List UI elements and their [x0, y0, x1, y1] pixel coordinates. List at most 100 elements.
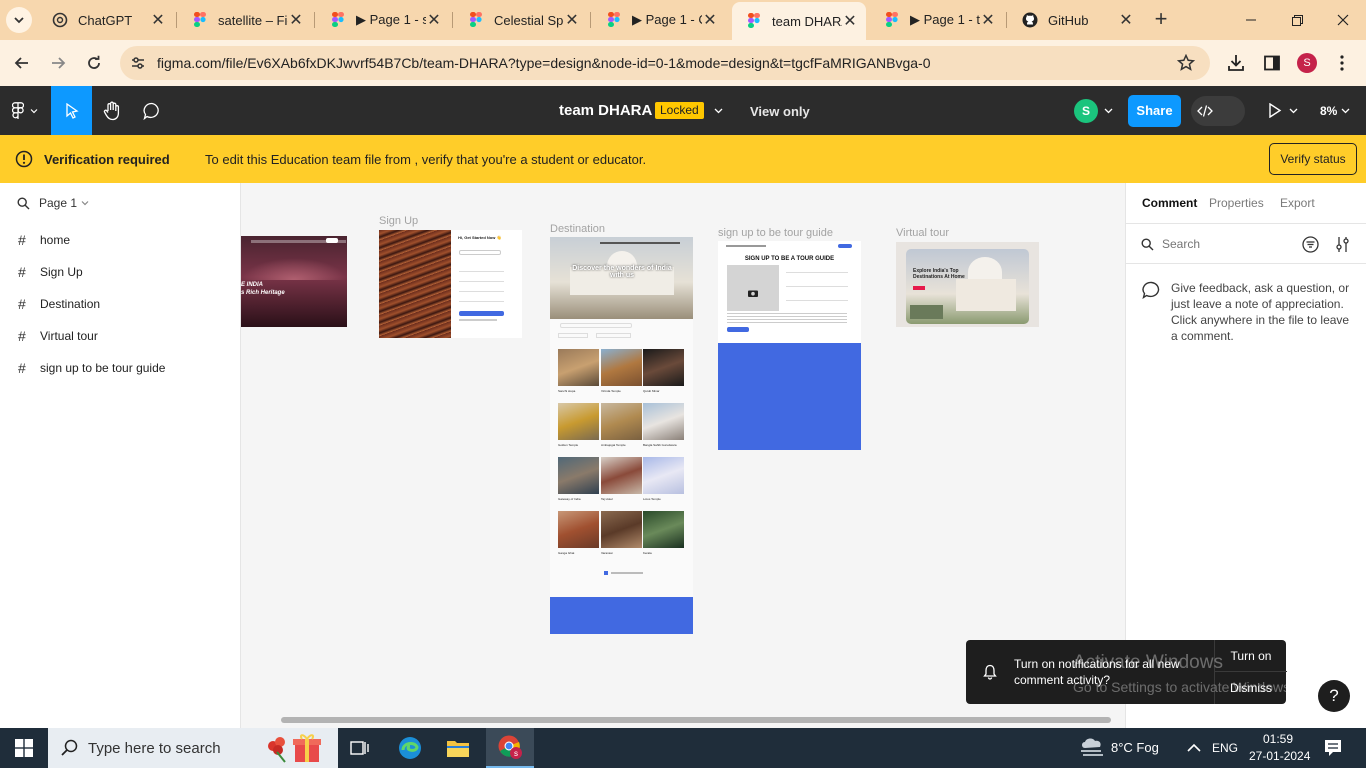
frame-virtual-tour[interactable]: Explore India's Top Destinations At Home: [896, 242, 1039, 327]
comment-tool[interactable]: [132, 86, 172, 135]
notification-center-icon[interactable]: [1324, 739, 1342, 757]
comment-icon: [143, 102, 161, 120]
tab-separator: [1006, 12, 1007, 28]
tab-search-button[interactable]: [6, 7, 32, 33]
frame-destination[interactable]: Discover the wonders of India with us Sa…: [550, 237, 693, 634]
dev-mode-toggle[interactable]: [1191, 96, 1245, 126]
frame-label[interactable]: Sign Up: [379, 215, 418, 227]
close-icon[interactable]: ✕: [842, 13, 858, 30]
browser-tab[interactable]: GitHub ✕: [1008, 4, 1142, 36]
download-icon[interactable]: [1227, 54, 1245, 72]
search-icon[interactable]: [17, 196, 30, 210]
settings-sliders-icon[interactable]: [1335, 236, 1350, 253]
canvas-scrollbar[interactable]: [281, 717, 1111, 723]
layer-item-destination[interactable]: # Destination: [18, 294, 100, 314]
tab-title: GitHub: [1048, 12, 1089, 28]
reload-button[interactable]: [81, 50, 107, 76]
start-button[interactable]: [0, 728, 48, 768]
clock-date[interactable]: 27-01-2024: [1249, 749, 1310, 763]
main-menu-button[interactable]: [0, 86, 50, 135]
task-view-button[interactable]: [336, 728, 384, 768]
chevron-down-icon[interactable]: [1341, 107, 1350, 115]
frame-input: [459, 288, 504, 292]
url-text[interactable]: figma.com/file/Ev6XAb6fxDKJwvrf54B7Cb/te…: [157, 55, 930, 71]
layer-item-tour-guide[interactable]: # sign up to be tour guide: [18, 358, 165, 378]
frame-label[interactable]: Destination: [550, 223, 605, 235]
filter-list-icon[interactable]: [1302, 236, 1319, 253]
user-avatar[interactable]: S: [1074, 99, 1098, 123]
tab-comment[interactable]: Comment: [1142, 196, 1197, 210]
verify-status-button[interactable]: Verify status: [1269, 143, 1357, 175]
hand-tool[interactable]: [92, 86, 132, 135]
layer-item-sign-up[interactable]: # Sign Up: [18, 262, 83, 282]
profile-avatar[interactable]: S: [1297, 53, 1317, 73]
browser-tab[interactable]: satellite – Fig ✕: [178, 4, 312, 36]
page-label[interactable]: Page 1: [39, 196, 77, 210]
layer-item-home[interactable]: # home: [18, 230, 70, 250]
zoom-level[interactable]: 8%: [1320, 104, 1337, 118]
browser-tab[interactable]: ChatGPT ✕: [38, 4, 174, 36]
file-explorer-app[interactable]: [434, 728, 482, 768]
layer-item-virtual-tour[interactable]: # Virtual tour: [18, 326, 98, 346]
close-icon[interactable]: ✕: [426, 12, 442, 29]
browser-tab[interactable]: Celestial Spc ✕: [454, 4, 588, 36]
gift-bouquet-icon[interactable]: [263, 732, 325, 764]
dismiss-button[interactable]: Dismiss: [1215, 672, 1287, 704]
close-icon[interactable]: ✕: [702, 12, 718, 29]
browser-tab[interactable]: ▶ Page 1 - t ✕: [870, 4, 1004, 36]
browser-tab[interactable]: ▶ Page 1 - s ✕: [316, 4, 450, 36]
comment-search-input[interactable]: [1162, 237, 1292, 251]
more-vertical-icon[interactable]: [1340, 54, 1344, 72]
frame-label[interactable]: sign up to be tour guide: [718, 227, 833, 239]
layer-label: sign up to be tour guide: [40, 361, 166, 375]
side-panel-icon[interactable]: [1264, 55, 1280, 71]
share-button[interactable]: Share: [1128, 95, 1181, 127]
tab-export[interactable]: Export: [1280, 196, 1315, 210]
site-settings-icon[interactable]: [130, 55, 146, 71]
frame-home[interactable]: E INDIA s Rich Heritage: [241, 236, 347, 327]
close-window-button[interactable]: [1320, 0, 1366, 40]
star-icon[interactable]: [1177, 54, 1195, 72]
back-button[interactable]: [9, 50, 35, 76]
close-icon[interactable]: ✕: [564, 12, 580, 29]
weather-text[interactable]: 8°C Fog: [1111, 740, 1159, 755]
clock-time[interactable]: 01:59: [1263, 732, 1293, 746]
restore-button[interactable]: [1274, 0, 1320, 40]
forward-button[interactable]: [45, 50, 71, 76]
chevron-up-icon[interactable]: [1187, 743, 1201, 752]
play-icon[interactable]: [1268, 103, 1282, 118]
frame-tour-guide[interactable]: SIGN UP TO BE A TOUR GUIDE: [718, 241, 861, 450]
chevron-down-icon[interactable]: [1289, 107, 1298, 115]
close-icon[interactable]: ✕: [1118, 12, 1134, 29]
browser-tab[interactable]: ▶ Page 1 - C ✕: [592, 4, 726, 36]
destination-card-title: Taj Hotel: [601, 497, 613, 501]
edge-app[interactable]: [386, 728, 434, 768]
page-selector[interactable]: Page 1: [17, 196, 89, 210]
taskbar-search[interactable]: Type here to search: [48, 728, 338, 768]
move-tool[interactable]: [51, 86, 92, 135]
file-title[interactable]: team DHARA: [559, 102, 652, 119]
minimize-button[interactable]: [1228, 0, 1274, 40]
chevron-down-icon[interactable]: [714, 107, 723, 115]
frame-input: [786, 283, 848, 287]
hand-icon: [103, 101, 121, 121]
tab-title: Celestial Spc: [494, 12, 564, 28]
new-tab-button[interactable]: +: [1150, 8, 1172, 31]
chrome-app[interactable]: s: [486, 728, 534, 768]
fog-weather-icon[interactable]: [1079, 736, 1105, 758]
frame-sign-up[interactable]: Hi, Get Started Now 👋: [379, 230, 522, 338]
turn-on-button[interactable]: Turn on: [1215, 640, 1287, 672]
address-bar[interactable]: figma.com/file/Ev6XAb6fxDKJwvrf54B7Cb/te…: [120, 46, 1210, 80]
browser-tab-active[interactable]: team DHARA ✕: [732, 2, 866, 40]
figma-icon: [192, 12, 208, 28]
close-icon[interactable]: ✕: [288, 12, 304, 29]
destination-card-image: [601, 349, 642, 386]
close-icon[interactable]: ✕: [150, 12, 166, 29]
frame-label[interactable]: Virtual tour: [896, 227, 949, 239]
close-icon[interactable]: ✕: [980, 12, 996, 29]
language-indicator[interactable]: ENG: [1212, 741, 1238, 755]
frame-icon: #: [18, 360, 26, 376]
help-button[interactable]: ?: [1318, 680, 1350, 712]
tab-properties[interactable]: Properties: [1209, 196, 1264, 210]
chevron-down-icon[interactable]: [1104, 107, 1113, 115]
